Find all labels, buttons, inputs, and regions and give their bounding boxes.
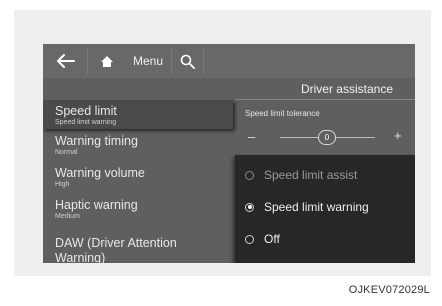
menu-item-title: Haptic warning	[55, 198, 138, 212]
search-button[interactable]	[174, 44, 200, 78]
tolerance-increase-button[interactable]: +	[394, 128, 402, 143]
menu-item-title: Warning volume	[55, 166, 145, 180]
option-speed-limit-warning[interactable]: Speed limit warning	[235, 191, 415, 223]
tolerance-label: Speed limit tolerance	[245, 109, 320, 118]
option-off[interactable]: Off	[235, 223, 415, 255]
option-speed-limit-assist[interactable]: Speed limit assist	[235, 159, 415, 191]
option-label: Speed limit assist	[264, 168, 358, 182]
back-arrow-icon	[57, 54, 75, 68]
option-label: Off	[264, 232, 280, 246]
menu-item-subtitle: Speed limit warning	[55, 119, 117, 126]
radio-icon	[245, 170, 254, 180]
home-icon	[101, 55, 113, 67]
menu-item-title: DAW (Driver Attention Warning)	[55, 236, 177, 263]
separator	[171, 48, 172, 74]
menu-item-daw[interactable]: DAW (Driver Attention Warning)	[43, 236, 233, 263]
menu-button[interactable]: Menu	[126, 44, 170, 78]
menu-item-subtitle: High	[55, 181, 70, 188]
speed-limit-options-popup: Speed limit assist Speed limit warning O…	[235, 155, 415, 263]
option-label: Speed limit warning	[264, 200, 369, 214]
separator	[203, 48, 204, 74]
infotainment-screen: Menu Driver assistance Speed limit Speed…	[43, 44, 415, 263]
search-icon	[180, 54, 195, 69]
menu-item-haptic-warning[interactable]: Haptic warning Medium	[43, 198, 233, 220]
menu-item-title: Speed limit	[55, 104, 117, 118]
menu-label: Menu	[132, 54, 164, 68]
home-button[interactable]	[90, 44, 124, 78]
menu-item-warning-volume[interactable]: Warning volume High	[43, 166, 233, 188]
radio-checked-icon	[245, 202, 254, 212]
top-bar: Menu	[43, 44, 415, 78]
radio-icon	[245, 234, 254, 244]
tolerance-decrease-button[interactable]: –	[248, 129, 255, 144]
menu-item-subtitle: Medium	[55, 213, 80, 220]
title-divider	[235, 99, 415, 100]
back-button[interactable]	[47, 44, 85, 78]
menu-item-warning-timing[interactable]: Warning timing Normal	[43, 134, 233, 156]
menu-item-subtitle: Normal	[55, 149, 78, 156]
figure-caption: OJKEV072029L	[348, 284, 430, 296]
separator	[87, 48, 88, 74]
tolerance-slider-knob[interactable]: 0	[318, 130, 336, 145]
page-title: Driver assistance	[300, 82, 393, 96]
menu-item-speed-limit[interactable]: Speed limit Speed limit warning	[43, 100, 233, 129]
menu-item-title: Warning timing	[55, 134, 138, 148]
